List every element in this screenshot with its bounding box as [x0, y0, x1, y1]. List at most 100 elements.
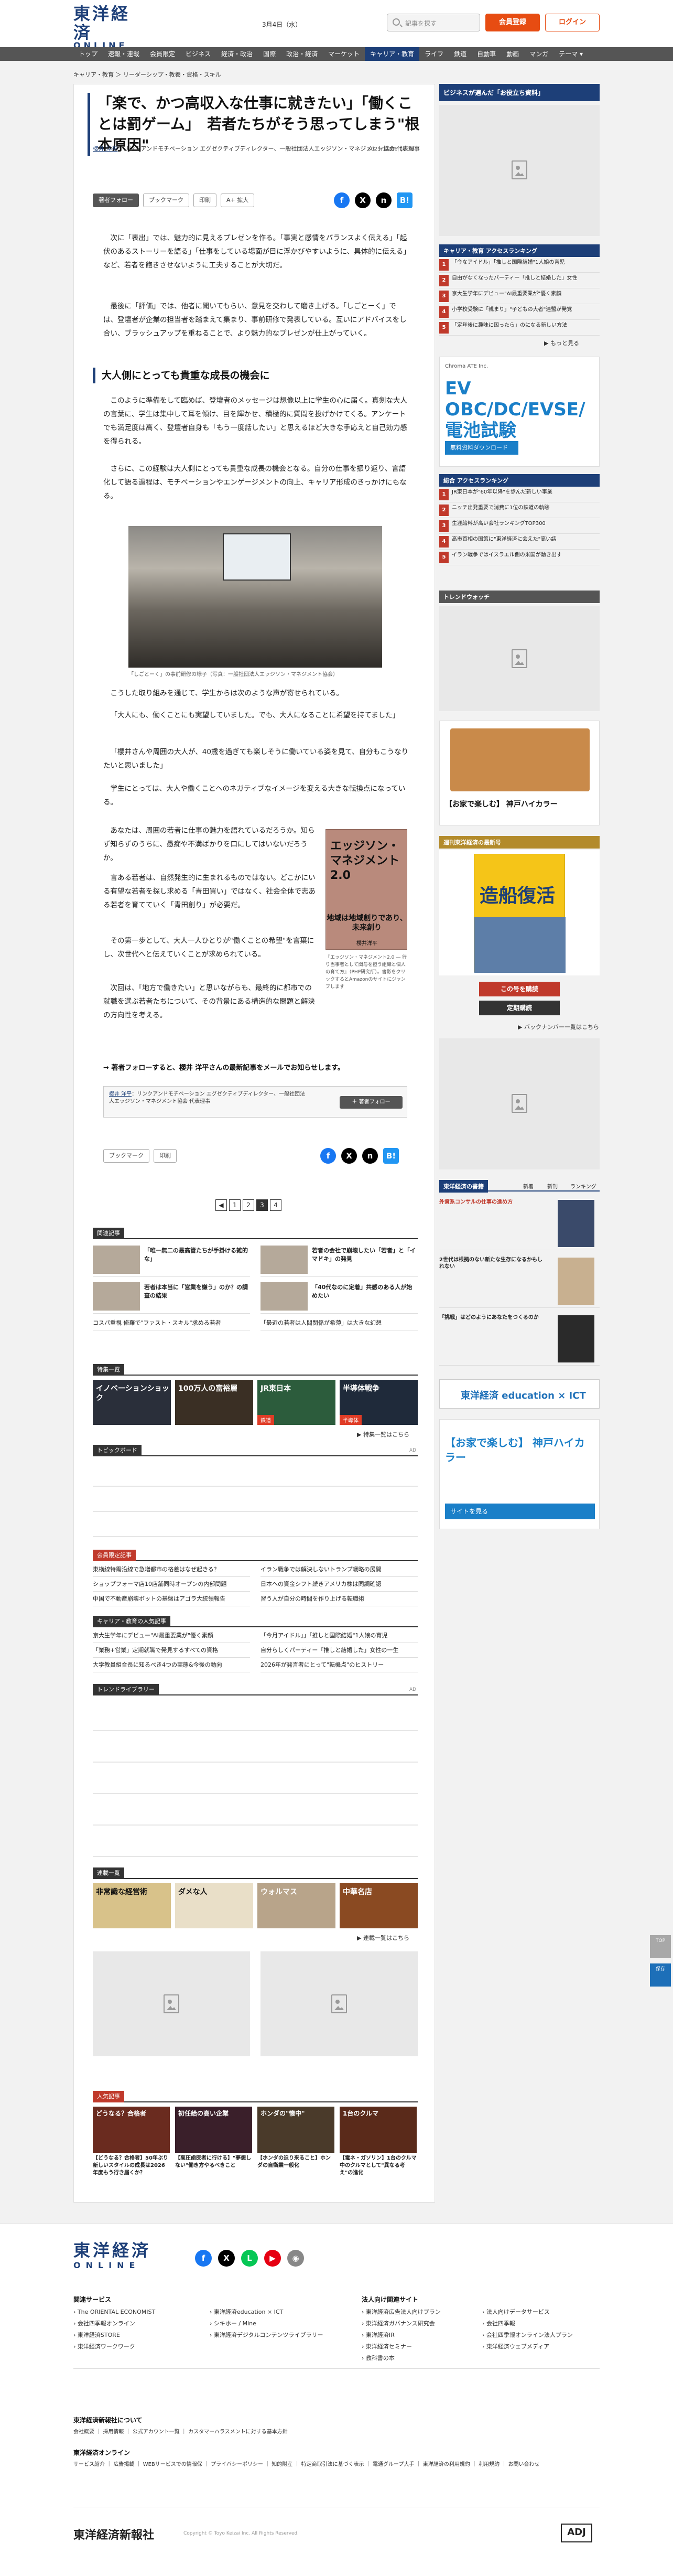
footer-link[interactable]: › 法人向けデータサービス	[482, 2306, 550, 2318]
related-text-item[interactable]: 「最近の若者は人間関係が希薄」は大きな幻想	[260, 1316, 418, 1330]
nav-item[interactable]: 動画	[501, 47, 524, 61]
feature-tile[interactable]: 半導体戦争 半導体	[340, 1380, 418, 1425]
author-card-follow-button[interactable]: ＋ 著者フォロー	[340, 1096, 403, 1109]
x-icon[interactable]: X	[218, 2250, 235, 2267]
nav-item[interactable]: 鉄道	[449, 47, 472, 61]
subscription-button[interactable]: 定期購読	[479, 1001, 560, 1015]
facebook-icon[interactable]: f	[320, 1148, 336, 1164]
hatena-icon[interactable]: B!	[397, 192, 413, 208]
footer-link[interactable]: › 東洋経済ウェブメディア	[482, 2341, 549, 2353]
prev-page-button[interactable]: ◀	[215, 1199, 227, 1211]
author-name-link[interactable]: 櫻井 洋平	[93, 145, 118, 152]
member-item[interactable]: 東横線特需沿線で急増都市の格差はなぜ起きる？	[93, 1562, 250, 1577]
series-tile[interactable]: ダメな人	[175, 1883, 253, 1928]
nav-item[interactable]: 自動車	[472, 47, 501, 61]
footer-link[interactable]: › 会社四季報オンライン	[73, 2318, 135, 2330]
book-cover[interactable]: エッジソン・マネジメント2.0 地域は地域創りであり、未来創り 櫻井洋平	[325, 829, 407, 950]
series-more-link[interactable]: ▶ 連載一覧はこちら	[357, 1934, 409, 1942]
note-icon[interactable]: n	[362, 1148, 378, 1164]
page-link[interactable]: 2	[243, 1199, 254, 1211]
kobe-ad-2-button[interactable]: サイトを見る	[445, 1504, 595, 1519]
ranking-item[interactable]: 4 小学校受験に「親まり」"子どもの大者"連盟が発覚	[439, 305, 600, 320]
search-input[interactable]: 記事を探す	[387, 14, 480, 31]
career-item[interactable]: 2026年が発言者にとって"転機点"のヒストリー	[260, 1658, 418, 1672]
x-icon[interactable]: X	[355, 192, 371, 208]
related-text-item[interactable]: コスパ重視 修羅で"ファスト・スキル"求める若者	[93, 1316, 250, 1330]
ad-slot[interactable]	[260, 1951, 418, 2056]
edu-ict-banner[interactable]: 東洋経済 education × ICT	[439, 1379, 600, 1409]
note-icon[interactable]: n	[376, 192, 392, 208]
footer-link[interactable]: › 東洋経済デジタルコンテンツライブラリー	[210, 2330, 323, 2341]
nav-item[interactable]: 会員限定	[145, 47, 180, 61]
register-button[interactable]: 会員登録	[485, 14, 540, 31]
bookmark-button[interactable]: ブックマーク	[143, 194, 189, 207]
feature-more-link[interactable]: ▶ 特集一覧はこちら	[357, 1430, 409, 1439]
footer-link[interactable]: › 教科書の本	[362, 2353, 395, 2364]
member-item[interactable]: イラン戦争では解決しないトランプ戦略の展開	[260, 1562, 418, 1577]
sidebar-ad[interactable]	[439, 105, 600, 236]
member-item[interactable]: ショップフォーマ店10店舗同時オープンの内部問題	[93, 1577, 250, 1592]
footer-about-links[interactable]: 会社概要 ｜ 採用情報 ｜ 公式アカウント一覧 ｜ カスタマーハラスメントに対す…	[73, 2427, 288, 2435]
nav-item[interactable]: テーマ ▾	[553, 47, 588, 61]
ranking-item[interactable]: 3 生涯給料が高い会社ランキングTOP300	[439, 519, 600, 534]
ad-slot[interactable]	[93, 1951, 250, 2056]
subscribe-issue-button[interactable]: この号を購読	[479, 982, 560, 996]
follow-cta[interactable]: → 著者フォローすると、櫻井 洋平さんの最新記事をメールでお知らせします。	[103, 1062, 344, 1072]
x-icon[interactable]: X	[341, 1148, 357, 1164]
breadcrumb[interactable]: キャリア・教育 ＞ リーダーシップ・教養・資格・スキル	[73, 70, 221, 79]
rss-icon[interactable]: ◉	[287, 2250, 304, 2267]
career-item[interactable]: 京大生学年にデビュー"AI最重要業が"優く素顔	[93, 1628, 250, 1643]
popular-card[interactable]: ホンダの"懐中" 【ホンダの迫り来ること】ホンダの自衛業一般化	[257, 2107, 334, 2177]
back-to-top-button[interactable]: TOP	[650, 1935, 671, 1958]
nav-item[interactable]: 政治・経済	[281, 47, 323, 61]
tab-ranking[interactable]: ランキング	[570, 1182, 596, 1190]
hatena-icon[interactable]: B!	[383, 1148, 399, 1164]
career-item[interactable]: 「業務+営業」定期就職で発見するすべての資格	[93, 1643, 250, 1658]
print-button[interactable]: 印刷	[193, 194, 216, 207]
footer-link[interactable]: › 会社四季報オンライン法人プラン	[482, 2330, 573, 2341]
bookmark-button[interactable]: ブックマーク	[103, 1149, 149, 1163]
series-tile[interactable]: 非常識な経営術	[93, 1883, 171, 1928]
footer-corp-name[interactable]: 東洋経済新報社	[73, 2526, 154, 2542]
follow-author-button[interactable]: 著者フォロー	[93, 194, 139, 207]
line-icon[interactable]: L	[241, 2250, 258, 2267]
facebook-icon[interactable]: f	[195, 2250, 212, 2267]
footer-link[interactable]: › 東洋経済広告法人向けプラン	[362, 2306, 441, 2318]
book-item[interactable]: 2世代は根拠のない新たな生存になるかもしれない	[439, 1255, 600, 1308]
footer-link[interactable]: › 東洋経済ワークワーク	[73, 2341, 135, 2353]
related-item[interactable]: 若者は本当に「営業を嫌う」のか？の調査の結果	[93, 1279, 250, 1314]
footer-online-links[interactable]: サービス紹介 ｜ 広告掲載 ｜ WEBサービスでの情報保 ｜ プライバシーポリシ…	[73, 2460, 539, 2467]
print-button[interactable]: 印刷	[154, 1149, 177, 1163]
trendwatch-ad[interactable]	[439, 606, 600, 711]
ev-ad[interactable]: Chroma ATE Inc. EV OBC/DC/EVSE/電池試験 無料資料…	[439, 357, 600, 467]
member-item[interactable]: 日本への資金シフト続きアメリカ株は同調確認	[260, 1577, 418, 1592]
feature-tile[interactable]: イノベーションショック	[93, 1380, 171, 1425]
login-button[interactable]: ログイン	[545, 14, 600, 31]
topic-board-ad[interactable]	[93, 1462, 418, 1540]
footer-logo[interactable]: 東洋経済 ONLINE	[73, 2240, 178, 2270]
magazine-cover[interactable]: 造船復活	[439, 850, 600, 975]
member-item[interactable]: 習う人が自分の時間を作り上げる転職術	[260, 1592, 418, 1606]
page-link[interactable]: 1	[229, 1199, 241, 1211]
nav-item[interactable]: マーケット	[323, 47, 365, 61]
ranking-item[interactable]: 1 「今なアイドル」「推しと国際結婚"1人娘の育児	[439, 258, 600, 273]
trend-library-ad[interactable]	[93, 1700, 418, 1857]
ranking-item[interactable]: 5 「定年後に趣味に困ったら」のになる新しい方法	[439, 321, 600, 336]
footer-link[interactable]: › シキホー / Mine	[210, 2318, 256, 2330]
popular-card[interactable]: 初任給の高い企業 【高圧歯医者に行ける】"夢想しない"働き方やるべきこと	[175, 2107, 252, 2177]
ev-ad-button[interactable]: 無料資料ダウンロード	[445, 441, 518, 455]
nav-item[interactable]: ビジネス	[180, 47, 216, 61]
footer-link[interactable]: › 東洋経済education × ICT	[210, 2306, 283, 2318]
ranking-item[interactable]: 2 自由がなくなったパーティー「推しと結婚した」女性	[439, 274, 600, 288]
ranking-item[interactable]: 2 ニッチ出発重要で消費に1位の鉄道の軌跡	[439, 503, 600, 518]
page-link[interactable]: 4	[270, 1199, 281, 1211]
nav-item[interactable]: トップ	[73, 47, 103, 61]
font-size-button[interactable]: A+ 拡大	[221, 194, 255, 207]
ranking-item[interactable]: 1 JR東日本が"60年以降"を歩んだ新しい事業	[439, 488, 600, 502]
facebook-icon[interactable]: f	[334, 192, 350, 208]
ranking-item[interactable]: 4 高市首相の国策に"東洋経済に会えた"高い話	[439, 535, 600, 550]
ranking-item[interactable]: 5 イラン戦争ではイスラエル側の米国が動き出す	[439, 551, 600, 565]
related-item[interactable]: 「唯一無二の最高管たちが手掛ける雑的な」	[93, 1242, 250, 1277]
nav-item[interactable]: 経済・政治	[216, 47, 258, 61]
nav-item[interactable]: 国際	[258, 47, 281, 61]
